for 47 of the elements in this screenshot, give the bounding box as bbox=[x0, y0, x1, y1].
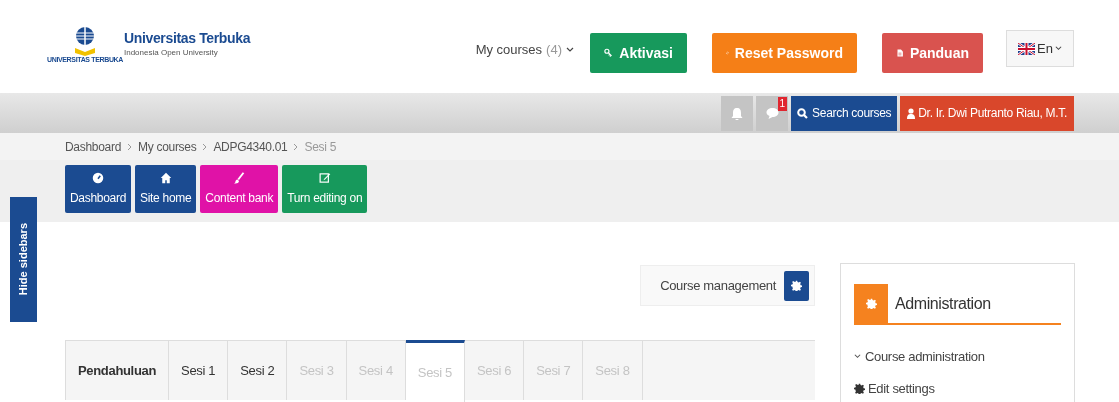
hide-sidebars-tab[interactable]: Hide sidebars bbox=[10, 197, 37, 322]
tree-section[interactable]: Course administration bbox=[854, 347, 1061, 367]
search-courses-button[interactable]: Search courses bbox=[791, 95, 898, 131]
settings-icon bbox=[791, 280, 802, 291]
settings-icon bbox=[854, 382, 865, 394]
section-tab[interactable]: Sesi 2 bbox=[228, 341, 288, 400]
flag-icon bbox=[1018, 42, 1036, 55]
language-menu[interactable]: En bbox=[1006, 30, 1074, 67]
chat-icon bbox=[765, 107, 779, 119]
breadcrumb-current: Sesi 5 bbox=[304, 138, 337, 156]
user-menu-button[interactable]: Dr. Ir. Dwi Putranto Riau, M.T. bbox=[900, 95, 1074, 131]
nav-button[interactable]: Turn editing on bbox=[282, 165, 368, 213]
breadcrumb-link[interactable]: ADPG4340.01 bbox=[213, 137, 288, 156]
site-title: Universitas Terbuka bbox=[124, 30, 251, 48]
brush-icon bbox=[233, 171, 246, 184]
user-icon bbox=[907, 107, 916, 119]
settings-button[interactable] bbox=[784, 270, 809, 301]
cogs-icon bbox=[865, 298, 877, 309]
edit-icon bbox=[318, 171, 331, 184]
breadcrumb-link[interactable]: Dashboard bbox=[65, 137, 121, 156]
edit-settings-link[interactable]: Edit settings bbox=[854, 378, 1061, 398]
search-icon bbox=[797, 107, 809, 119]
my-courses-menu[interactable]: My courses (4) bbox=[475, 40, 574, 60]
home-icon bbox=[159, 171, 172, 184]
bell-icon bbox=[731, 106, 744, 120]
chevron-icon bbox=[293, 142, 299, 151]
caret-icon bbox=[854, 353, 861, 361]
message-count-badge: 1 bbox=[777, 96, 788, 111]
nav-button[interactable]: Content bank bbox=[200, 165, 279, 213]
messages-button[interactable]: 1 bbox=[756, 95, 789, 131]
logo-icon bbox=[73, 26, 97, 56]
breadcrumb-link[interactable]: My courses bbox=[138, 137, 197, 156]
course-management-label: Course management bbox=[660, 276, 776, 295]
section-tab[interactable]: Sesi 1 bbox=[169, 341, 229, 400]
chevron-icon bbox=[202, 142, 208, 151]
caret-icon bbox=[1054, 45, 1062, 52]
caret-icon bbox=[566, 45, 574, 54]
site-subtitle: Indonesia Open University bbox=[124, 47, 219, 58]
header-button[interactable]: Panduan bbox=[882, 33, 983, 73]
gauge-icon bbox=[92, 171, 104, 184]
section-tab[interactable]: Pendahuluan bbox=[66, 341, 170, 400]
nav-button[interactable]: Site home bbox=[135, 165, 197, 213]
key-icon bbox=[604, 46, 614, 60]
header-button[interactable]: Aktivasi bbox=[590, 33, 687, 73]
block-title: Administration bbox=[895, 293, 991, 314]
nav-button[interactable]: Dashboard bbox=[65, 165, 131, 213]
chevron-icon bbox=[127, 142, 132, 151]
